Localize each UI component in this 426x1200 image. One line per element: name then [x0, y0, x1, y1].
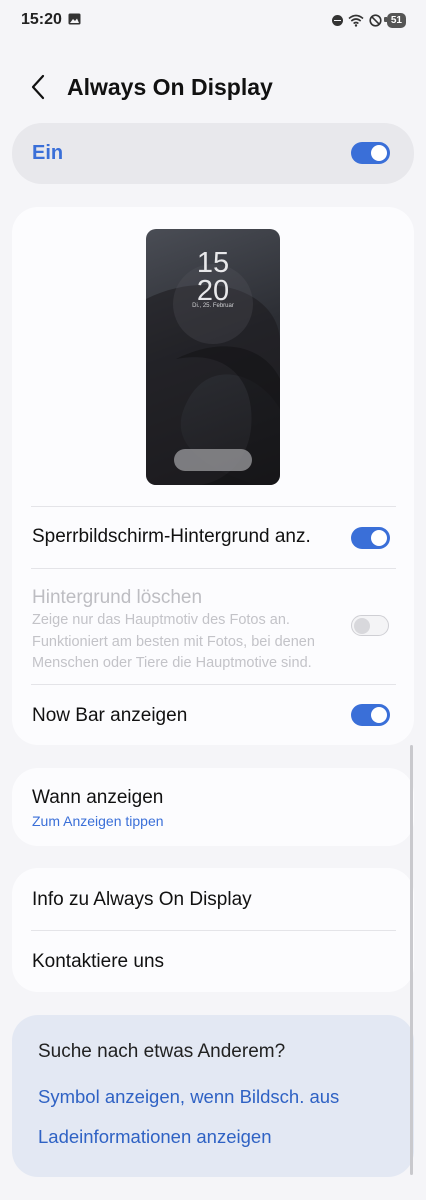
setting-label: Now Bar anzeigen	[32, 705, 188, 726]
divider	[31, 568, 396, 569]
suggestions-title: Suche nach etwas Anderem?	[38, 1041, 286, 1062]
remove-bg-toggle	[351, 615, 389, 636]
battery-icon: 51	[383, 12, 406, 28]
preview-settings-card: 15 20 Di., 25. Februar Sperrbildschirm-H…	[12, 207, 414, 745]
blocked-icon	[369, 13, 382, 27]
dnd-icon	[331, 14, 343, 26]
chevron-left-icon[interactable]	[24, 72, 54, 102]
image-icon	[68, 13, 81, 25]
page-title: Always On Display	[67, 74, 273, 100]
divider	[31, 684, 396, 685]
suggestion-link[interactable]: Symbol anzeigen, wenn Bildsch. aus	[38, 1086, 339, 1108]
suggestions-card: Suche nach etwas Anderem? Symbol anzeige…	[12, 1015, 414, 1177]
divider	[31, 930, 396, 931]
status-icons: 51	[331, 11, 406, 29]
wifi-icon	[348, 14, 364, 27]
contact-us-link[interactable]: Kontaktiere uns	[32, 951, 164, 973]
preview-date: Di., 25. Februar	[192, 303, 234, 309]
divider	[31, 506, 396, 507]
setting-label: Hintergrund löschen	[32, 587, 203, 608]
status-bar: 15:20 51	[0, 0, 426, 40]
toggle-knob	[371, 145, 387, 161]
when-sub: Zum Anzeigen tippen	[32, 813, 164, 829]
master-toggle[interactable]	[351, 142, 390, 164]
when-to-show-row[interactable]: Wann anzeigen Zum Anzeigen tippen	[12, 768, 414, 846]
status-time: 15:20	[21, 11, 62, 28]
info-card: Info zu Always On Display Kontaktiere un…	[12, 868, 414, 992]
toggle-knob	[354, 617, 370, 634]
preview-hour: 15	[196, 247, 230, 279]
now-bar-toggle[interactable]	[351, 704, 390, 726]
setting-description: Zeige nur das Hauptmotiv des Fotos an. F…	[32, 612, 315, 671]
suggestion-link[interactable]: Ladeinformationen anzeigen	[38, 1126, 271, 1148]
about-aod-link[interactable]: Info zu Always On Display	[32, 889, 252, 911]
toggle-knob	[371, 707, 387, 723]
master-switch-label: Ein	[32, 142, 64, 164]
scrollbar[interactable]	[410, 745, 413, 1175]
master-switch-row[interactable]: Ein	[12, 123, 414, 184]
lockscreen-bg-toggle[interactable]	[351, 527, 390, 549]
app-header: Always On Display	[0, 60, 426, 116]
aod-preview[interactable]: 15 20 Di., 25. Februar	[146, 229, 280, 485]
toggle-knob	[371, 530, 387, 546]
when-label: Wann anzeigen	[32, 787, 164, 808]
preview-now-bar	[174, 449, 252, 471]
setting-label: Sperrbildschirm-Hintergrund anz.	[32, 526, 311, 547]
preview-minute: 20	[196, 275, 230, 307]
